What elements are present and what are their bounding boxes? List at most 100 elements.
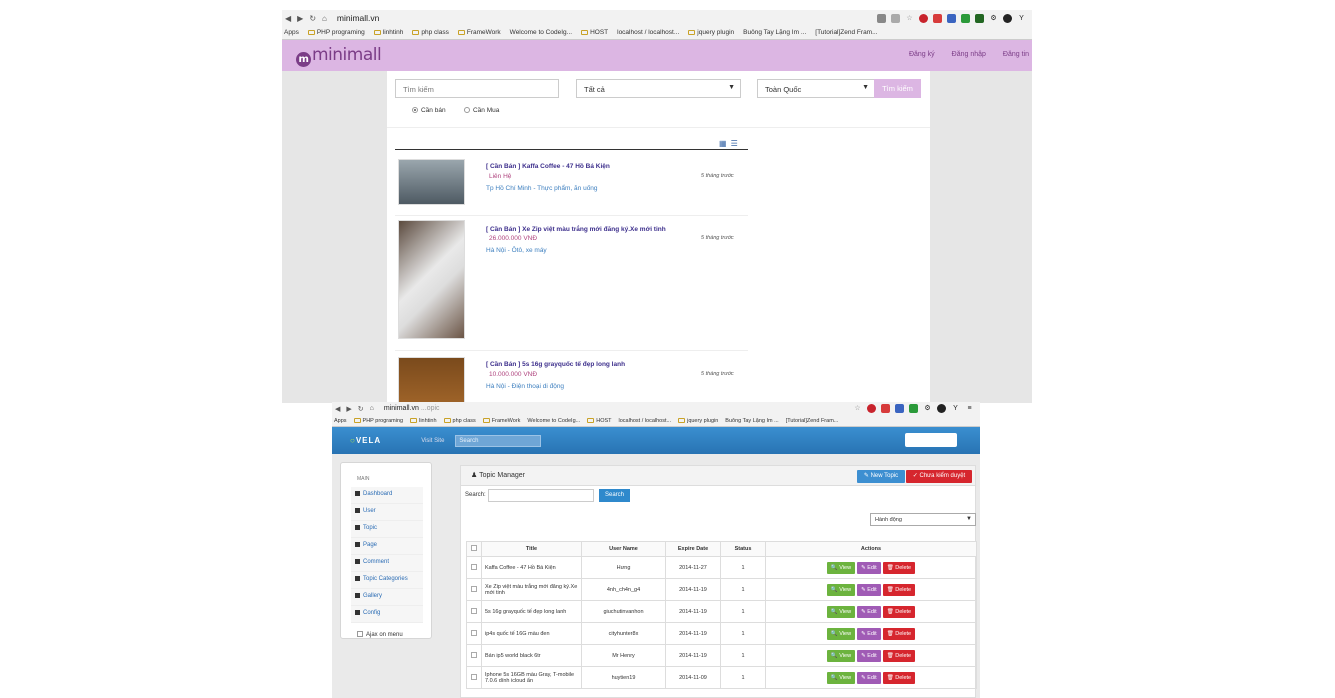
listing-location[interactable]: Hà Nội - Ôtô, xe máy xyxy=(486,247,547,254)
sidebar-item-topic-categories[interactable]: Topic Categories xyxy=(351,572,423,589)
bookmark[interactable]: php class xyxy=(412,29,449,36)
listing-location[interactable]: Hà Nội - Điện thoại di động xyxy=(486,383,564,390)
listing-thumbnail[interactable] xyxy=(398,357,465,403)
ext-icon[interactable] xyxy=(867,404,876,413)
view-button[interactable]: 🔍 View xyxy=(826,627,856,640)
bookmark[interactable]: PHP programing xyxy=(353,418,403,424)
delete-button[interactable]: 🗑 Delete xyxy=(882,561,916,574)
bookmark[interactable]: jquery plugin xyxy=(688,29,734,36)
row-checkbox[interactable] xyxy=(466,622,482,645)
search-input[interactable]: Tìm kiếm xyxy=(395,79,559,98)
listing-item[interactable]: [ Cần Bán ] Xe Zip việt màu trắng mới đă… xyxy=(395,217,748,351)
address-bar[interactable]: minimall.vn ...opic xyxy=(384,405,440,412)
gmail-icon[interactable] xyxy=(881,404,890,413)
view-button[interactable]: 🔍 View xyxy=(826,649,856,662)
region-select[interactable]: Toàn Quốc ▼ xyxy=(757,79,875,98)
reload-icon[interactable]: ↻ xyxy=(358,405,364,413)
bookmark[interactable]: Buông Tay Lặng Im ... xyxy=(743,29,806,36)
radio-buy[interactable]: Cần Mua xyxy=(464,107,499,114)
star-icon[interactable]: ☆ xyxy=(905,14,914,23)
admin-search-input[interactable]: Search xyxy=(455,434,542,447)
bookmark[interactable]: Welcome to CodeIg... xyxy=(527,418,580,424)
bookmark[interactable]: Buông Tay Lặng Im ... xyxy=(725,418,778,424)
listing-item[interactable]: [ Cần Bán ] 5s 16g grayquốc tế đẹp long … xyxy=(395,354,748,403)
row-checkbox[interactable] xyxy=(466,666,482,689)
edit-button[interactable]: ✎ Edit xyxy=(857,561,881,574)
table-search-input[interactable] xyxy=(488,489,594,502)
delete-button[interactable]: 🗑 Delete xyxy=(882,583,916,596)
listing-title[interactable]: [ Cần Bán ] 5s 16g grayquốc tế đẹp long … xyxy=(486,361,625,368)
ext-icon[interactable] xyxy=(1003,13,1012,23)
listing-title[interactable]: [ Cần Bán ] Kaffa Coffee - 47 Hồ Bá Kiện xyxy=(486,163,610,170)
row-title[interactable]: Bán ip5 world black 6tr xyxy=(481,644,582,667)
star-icon[interactable]: ☆ xyxy=(853,404,862,413)
sidebar-item-page[interactable]: Page xyxy=(351,538,423,555)
col-title[interactable]: Title xyxy=(481,541,582,557)
bookmark[interactable]: FrameWork xyxy=(482,418,520,424)
listing-thumbnail[interactable] xyxy=(398,220,465,339)
gear-icon[interactable]: ⚙ xyxy=(923,404,932,413)
ext-icon[interactable] xyxy=(947,13,956,23)
ext-icon[interactable] xyxy=(961,13,970,23)
home-icon[interactable]: ⌂ xyxy=(322,14,327,23)
table-search-button[interactable]: Search xyxy=(599,489,630,502)
ext-icon[interactable] xyxy=(919,13,928,23)
view-button[interactable]: 🔍 View xyxy=(826,561,856,574)
sidebar-item-gallery[interactable]: Gallery xyxy=(351,589,423,606)
search-button[interactable]: Tìm kiếm xyxy=(874,79,921,98)
list-view-icon[interactable]: ☰ xyxy=(731,139,742,148)
reload-icon[interactable]: ↻ xyxy=(309,14,316,23)
row-checkbox[interactable] xyxy=(466,556,482,579)
bookmark[interactable]: [Tutorial]Zend Fram... xyxy=(786,418,839,424)
gear-icon[interactable]: ⚙ xyxy=(989,14,998,23)
row-title[interactable]: Iphone 5s 16GB màu Gray, T-mobile 7.0.6 … xyxy=(481,666,582,689)
select-all-header[interactable] xyxy=(466,541,482,557)
ext-icon[interactable] xyxy=(937,404,946,413)
user-menu[interactable] xyxy=(905,433,957,447)
listing-title[interactable]: [ Cần Bán ] Xe Zip việt màu trắng mới đă… xyxy=(486,226,666,233)
row-title[interactable]: Kaffa Coffee - 47 Hồ Bá Kiện xyxy=(481,556,582,579)
bookmark[interactable]: linhtinh xyxy=(410,418,437,424)
edit-button[interactable]: ✎ Edit xyxy=(857,671,881,684)
ext-icon[interactable]: Y xyxy=(1017,14,1026,23)
edit-button[interactable]: ✎ Edit xyxy=(857,605,881,618)
listing-thumbnail[interactable] xyxy=(398,159,465,205)
bookmark[interactable]: Welcome to CodeIg... xyxy=(510,29,572,36)
address-bar[interactable]: minimall.vn xyxy=(337,13,380,23)
unapproved-button[interactable]: ✓ Chưa kiểm duyệt xyxy=(906,470,972,483)
col-expire-date[interactable]: Expire Date xyxy=(665,541,721,557)
sidebar-item-dashboard[interactable]: Dashboard xyxy=(351,487,423,504)
bookmark[interactable]: php class xyxy=(443,418,476,424)
view-button[interactable]: 🔍 View xyxy=(826,583,856,596)
ext-icon[interactable] xyxy=(891,13,900,23)
bulk-action-select[interactable]: ▼ Hành động xyxy=(870,513,976,526)
post-link[interactable]: Đăng tin xyxy=(1003,51,1029,58)
gmail-icon[interactable] xyxy=(933,13,942,23)
sidebar-item-config[interactable]: Config xyxy=(351,606,423,623)
back-icon[interactable]: ◀ xyxy=(285,14,291,23)
register-link[interactable]: Đăng ký xyxy=(909,51,935,58)
edit-button[interactable]: ✎ Edit xyxy=(857,627,881,640)
visit-site-link[interactable]: Visit Site xyxy=(421,438,444,444)
ext-icon[interactable]: Y xyxy=(951,404,960,413)
site-logo[interactable]: m minimall xyxy=(296,45,382,67)
sidebar-item-user[interactable]: User xyxy=(351,504,423,521)
bookmark[interactable]: HOST xyxy=(587,418,612,424)
delete-button[interactable]: 🗑 Delete xyxy=(882,649,916,662)
listing-location[interactable]: Tp Hồ Chí Minh - Thực phẩm, ăn uống xyxy=(486,185,598,192)
bookmark[interactable]: localhost / localhost... xyxy=(617,29,679,36)
ajax-menu-toggle[interactable]: Ajax on menu xyxy=(357,631,431,638)
col-status[interactable]: Status xyxy=(720,541,766,557)
home-icon[interactable]: ⌂ xyxy=(370,405,374,412)
forward-icon[interactable]: ▶ xyxy=(346,405,351,413)
ext-icon[interactable] xyxy=(975,13,984,23)
forward-icon[interactable]: ▶ xyxy=(297,14,303,23)
col-username[interactable]: User Name xyxy=(581,541,666,557)
bookmark[interactable]: [Tutorial]Zend Fram... xyxy=(815,29,877,36)
bookmark[interactable]: linhtinh xyxy=(373,29,403,36)
view-button[interactable]: 🔍 View xyxy=(826,605,856,618)
edit-button[interactable]: ✎ Edit xyxy=(857,649,881,662)
delete-button[interactable]: 🗑 Delete xyxy=(882,605,916,618)
view-button[interactable]: 🔍 View xyxy=(826,671,856,684)
sidebar-item-topic[interactable]: Topic xyxy=(351,521,423,538)
